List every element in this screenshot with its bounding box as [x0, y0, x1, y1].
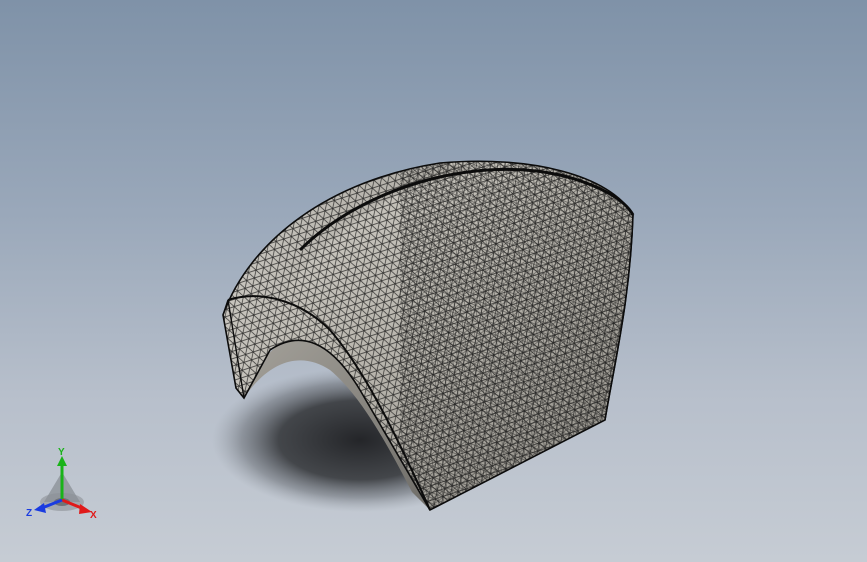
triad-y-label: Y — [58, 447, 65, 458]
triad-x-label: X — [90, 510, 97, 521]
triad-z-arrow-icon — [34, 503, 46, 513]
model-view[interactable] — [0, 0, 867, 562]
view-triad[interactable]: Y X Z — [22, 446, 104, 522]
graphics-viewport[interactable]: Y X Z — [0, 0, 867, 562]
triad-z-label: Z — [26, 508, 32, 519]
